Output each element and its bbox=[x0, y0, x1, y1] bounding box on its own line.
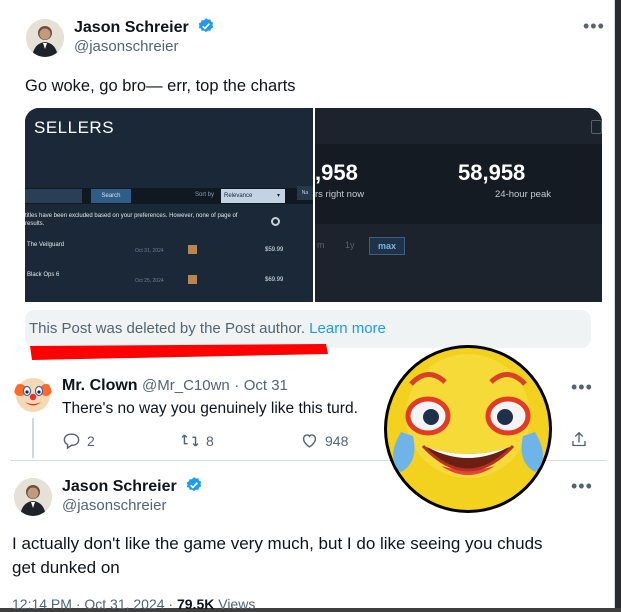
heart-icon bbox=[302, 434, 317, 448]
meta-separator: · bbox=[234, 377, 240, 394]
window-edge bbox=[615, 0, 621, 608]
red-underline-annotation bbox=[28, 340, 328, 362]
current-players-label: rs right now bbox=[315, 189, 365, 200]
range-option: 1y bbox=[345, 240, 355, 250]
thread-connector-line bbox=[32, 418, 34, 458]
reply-button[interactable]: 2 bbox=[62, 431, 95, 450]
result-date: Oct 31, 2024 bbox=[135, 248, 164, 254]
clown-face-icon bbox=[14, 378, 52, 412]
verified-badge-icon bbox=[198, 18, 214, 33]
discount-badge bbox=[188, 275, 197, 284]
repost-button[interactable]: 8 bbox=[180, 431, 214, 450]
result-title: The Veilguard bbox=[27, 242, 65, 248]
reply-author-name[interactable]: Mr. Clown @Mr_C10wn · Oct 31 bbox=[62, 377, 288, 395]
steam-search-input bbox=[25, 189, 82, 203]
steam-narrow-label: Na bbox=[297, 186, 313, 200]
view-count: 79.5K bbox=[176, 596, 215, 612]
reply-author-avatar[interactable] bbox=[14, 376, 52, 414]
reply-count: 2 bbox=[87, 432, 95, 449]
steam-result-row: The Veilguard Oct 31, 2024 $59.99 bbox=[25, 240, 313, 268]
discount-badge bbox=[188, 245, 197, 254]
laughing-crying-face-icon bbox=[383, 344, 553, 514]
result-title: Black Ops 6 bbox=[27, 272, 60, 278]
author-name[interactable]: Jason Schreier bbox=[62, 476, 203, 496]
author-avatar[interactable] bbox=[26, 19, 64, 57]
reply-author-handle[interactable]: @Mr_C10wn bbox=[142, 377, 230, 394]
peak-players-label: 24-hour peak bbox=[495, 189, 551, 200]
steamdb-stats-screenshot: ,958 rs right now 58,958 24-hour peak m … bbox=[315, 108, 602, 302]
reply-text: There's no way you genuinely like this t… bbox=[62, 400, 358, 417]
share-button[interactable] bbox=[570, 430, 588, 449]
steam-excluded-note: titles have been excluded based on your … bbox=[25, 213, 238, 227]
steam-search-button: Search bbox=[91, 189, 131, 203]
deleted-text: This Post was deleted by the Post author… bbox=[29, 320, 305, 337]
person-photo-icon bbox=[26, 19, 64, 57]
more-options-icon[interactable]: ••• bbox=[583, 16, 605, 37]
tweet-media[interactable]: SELLERS Search Sort by Relevance ▾ Na ti… bbox=[25, 108, 602, 302]
like-button[interactable]: 948 bbox=[300, 431, 348, 450]
tweet-text-line-2: get dunked on bbox=[12, 558, 120, 577]
tweet-text-line-1: I actually don't like the game very much… bbox=[12, 534, 543, 553]
result-price: $59.99 bbox=[265, 247, 284, 253]
author-name[interactable]: Jason Schreier bbox=[74, 17, 215, 37]
more-options-icon[interactable]: ••• bbox=[571, 377, 593, 398]
person-photo-icon bbox=[14, 478, 52, 516]
author-handle[interactable]: @jasonschreier bbox=[62, 497, 166, 514]
share-icon bbox=[572, 431, 586, 447]
steam-result-row: Black Ops 6 Oct 25, 2024 $69.99 bbox=[25, 270, 313, 298]
steam-store-screenshot: SELLERS Search Sort by Relevance ▾ Na ti… bbox=[25, 108, 313, 302]
gear-icon bbox=[271, 217, 280, 226]
range-option: m bbox=[317, 240, 325, 250]
reply-icon bbox=[63, 433, 80, 450]
steam-sort-select: Relevance ▾ bbox=[221, 189, 285, 203]
result-price: $69.99 bbox=[265, 277, 284, 283]
repost-count: 8 bbox=[206, 432, 214, 449]
steam-section-title: SELLERS bbox=[34, 118, 115, 137]
tweet-timestamp[interactable]: 12:14 PM · Oct 31, 2024 · 79.5K Views bbox=[12, 596, 255, 612]
peak-players-value: 58,958 bbox=[458, 160, 526, 185]
steam-sort-label: Sort by bbox=[195, 192, 215, 198]
range-option-selected: max bbox=[369, 237, 405, 255]
reply-date[interactable]: Oct 31 bbox=[244, 377, 288, 394]
tweet-text: Go woke, go bro— err, top the charts bbox=[25, 77, 296, 95]
verified-badge-icon bbox=[186, 477, 202, 492]
more-options-icon[interactable]: ••• bbox=[571, 476, 593, 497]
repost-icon bbox=[181, 434, 199, 447]
result-date: Oct 25, 2024 bbox=[135, 278, 164, 284]
author-handle[interactable]: @jasonschreier bbox=[74, 38, 178, 55]
author-avatar[interactable] bbox=[14, 478, 52, 516]
learn-more-link[interactable]: Learn more bbox=[309, 320, 386, 337]
like-count: 948 bbox=[325, 432, 349, 449]
current-players-value: ,958 bbox=[315, 160, 358, 185]
corner-widget-icon bbox=[591, 120, 602, 134]
